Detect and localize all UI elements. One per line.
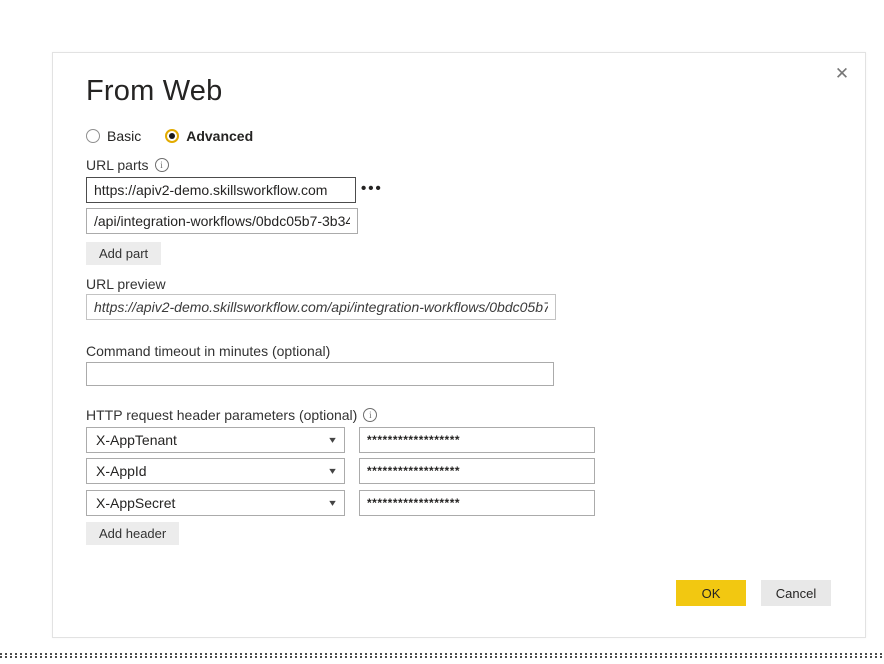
info-icon[interactable]: i [155, 158, 169, 172]
radio-basic-circle[interactable] [86, 129, 100, 143]
screen: ✕ From Web Basic Advanced URL parts i ••… [0, 0, 884, 664]
header-name-dropdown-3[interactable]: X-AppSecret ▾ [86, 490, 345, 516]
dialog-title: From Web [86, 75, 222, 108]
radio-advanced-dot [169, 133, 175, 139]
header-name-value-2: X-AppId [96, 463, 147, 479]
more-options-icon[interactable]: ••• [361, 179, 383, 199]
header-value-input-1[interactable] [359, 427, 595, 453]
header-name-value-1: X-AppTenant [96, 432, 177, 448]
chevron-down-icon: ▾ [329, 498, 336, 509]
from-web-dialog: ✕ From Web Basic Advanced URL parts i ••… [52, 52, 866, 638]
add-header-button[interactable]: Add header [86, 522, 179, 545]
add-part-button[interactable]: Add part [86, 242, 161, 265]
http-headers-label: HTTP request header parameters (optional… [86, 407, 377, 423]
radio-advanced-label: Advanced [186, 128, 253, 144]
header-name-value-3: X-AppSecret [96, 495, 175, 511]
url-preview-label: URL preview [86, 276, 166, 292]
ok-button[interactable]: OK [676, 580, 746, 606]
url-parts-label: URL parts i [86, 157, 169, 173]
cancel-button[interactable]: Cancel [761, 580, 831, 606]
radio-advanced-circle[interactable] [165, 129, 179, 143]
url-preview-value [86, 294, 556, 320]
url-parts-label-text: URL parts [86, 157, 149, 173]
chevron-down-icon: ▾ [329, 466, 336, 477]
header-value-input-2[interactable] [359, 458, 595, 484]
url-preview-label-text: URL preview [86, 276, 166, 292]
url-part-2-input[interactable] [86, 208, 358, 234]
timeout-label-text: Command timeout in minutes (optional) [86, 343, 330, 359]
mode-radio-group: Basic Advanced [86, 128, 253, 144]
http-headers-label-text: HTTP request header parameters (optional… [86, 407, 357, 423]
url-part-1-input[interactable] [86, 177, 356, 203]
timeout-input[interactable] [86, 362, 554, 386]
chevron-down-icon: ▾ [329, 435, 336, 446]
info-icon[interactable]: i [363, 408, 377, 422]
radio-advanced[interactable]: Advanced [165, 128, 253, 144]
close-icon[interactable]: ✕ [831, 63, 853, 85]
dotted-divider [0, 653, 884, 658]
header-value-input-3[interactable] [359, 490, 595, 516]
timeout-label: Command timeout in minutes (optional) [86, 343, 330, 359]
radio-basic-label: Basic [107, 128, 141, 144]
radio-basic[interactable]: Basic [86, 128, 141, 144]
header-name-dropdown-2[interactable]: X-AppId ▾ [86, 458, 345, 484]
header-name-dropdown-1[interactable]: X-AppTenant ▾ [86, 427, 345, 453]
